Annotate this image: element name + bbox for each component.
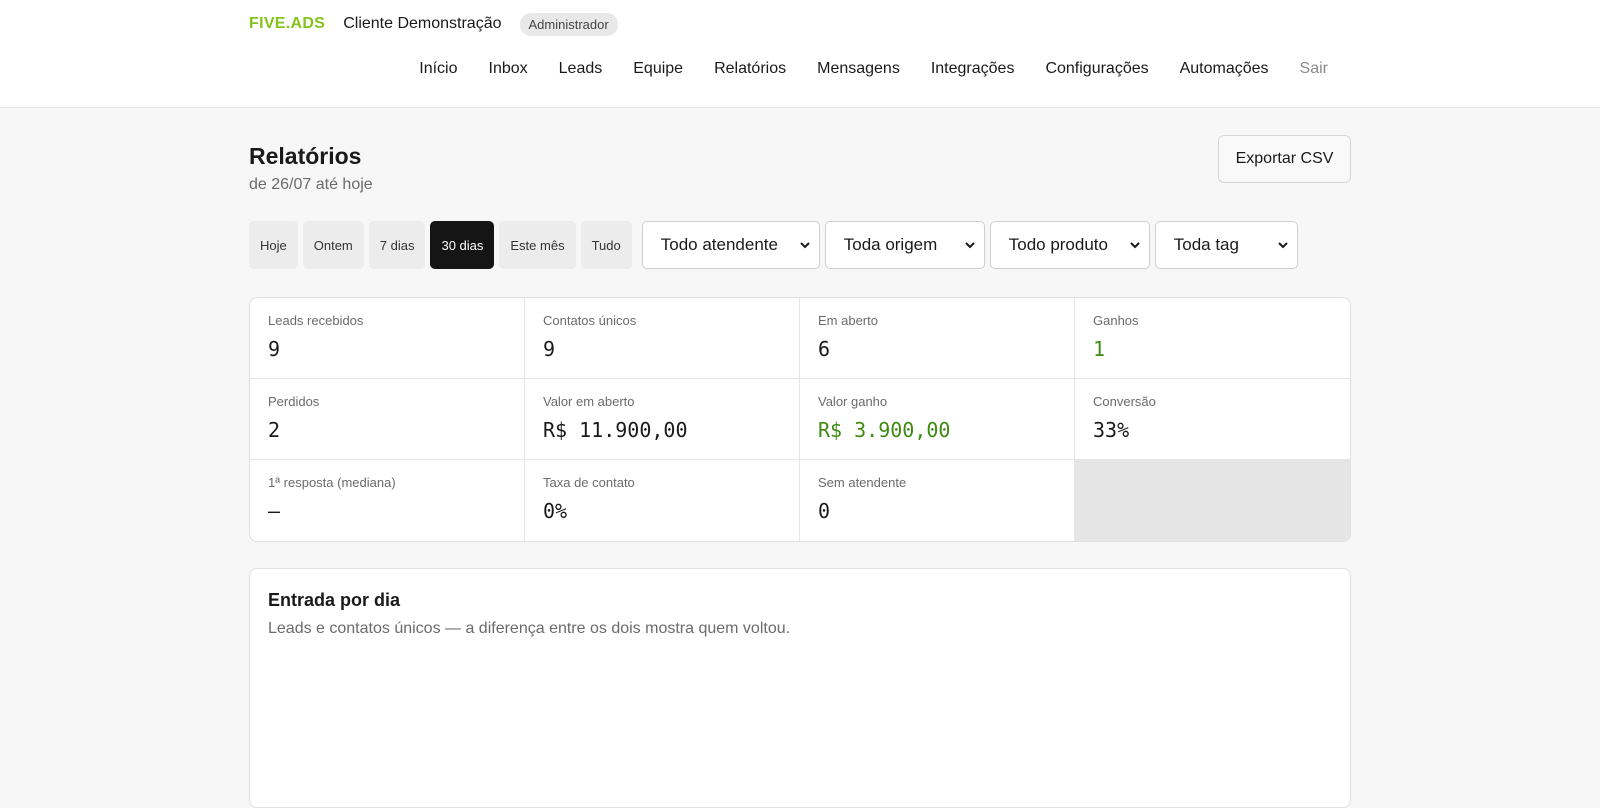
stat-value: 9	[543, 337, 556, 361]
origin-select-value: Toda origem	[843, 235, 938, 254]
stat-label: Taxa de contato	[543, 475, 635, 490]
logo[interactable]: FIVE.ADS	[249, 15, 325, 33]
period-chip-7-dias[interactable]: 7 dias	[368, 221, 426, 269]
stats-grid: Leads recebidos 9 Contatos únicos 9 Em a…	[249, 297, 1351, 542]
stat-empty-cell	[1075, 460, 1350, 541]
logout-link[interactable]: Sair	[1300, 60, 1328, 78]
product-select-value: Todo produto	[1008, 235, 1108, 254]
page-header: Relatórios de 26/07 até hoje Exportar CS…	[249, 108, 1351, 216]
chevron-down-icon	[965, 242, 975, 249]
stat-em-aberto: Em aberto 6	[800, 298, 1075, 379]
stat-label: Perdidos	[268, 394, 320, 409]
stat-value: 0	[818, 499, 831, 523]
period-chip-tudo[interactable]: Tudo	[580, 221, 632, 269]
main-nav: Início Inbox Leads Equipe Relatórios Men…	[388, 60, 1328, 78]
origin-select[interactable]: Toda origem	[824, 221, 985, 269]
period-chip-este-mes[interactable]: Este mês	[499, 221, 576, 269]
period-chip-30-dias[interactable]: 30 dias	[430, 221, 495, 269]
nav-item-inbox[interactable]: Inbox	[489, 60, 528, 78]
attendant-select-value: Todo atendente	[660, 235, 778, 254]
chart-card-description: Leads e contatos únicos — a diferença en…	[268, 620, 791, 637]
stat-value: 1	[1093, 337, 1106, 361]
stat-value: 6	[818, 337, 831, 361]
stat-label: Contatos únicos	[543, 313, 637, 328]
chevron-down-icon	[1278, 242, 1288, 249]
stat-conversao: Conversão 33%	[1075, 379, 1350, 460]
chart-card-title: Entrada por dia	[268, 590, 401, 610]
stat-label: Valor ganho	[818, 394, 888, 409]
nav-item-mensagens[interactable]: Mensagens	[817, 60, 900, 78]
nav-item-integracoes[interactable]: Integrações	[931, 60, 1015, 78]
stat-perdidos: Perdidos 2	[250, 379, 525, 460]
stat-label: 1ª resposta (mediana)	[268, 475, 396, 490]
nav-item-automacoes[interactable]: Automações	[1180, 60, 1269, 78]
stat-valor-em-aberto: Valor em aberto R$ 11.900,00	[525, 379, 800, 460]
nav-item-inicio[interactable]: Início	[419, 60, 457, 78]
stat-label: Em aberto	[818, 313, 878, 328]
nav-item-relatorios[interactable]: Relatórios	[714, 60, 786, 78]
page-subtitle: de 26/07 até hoje	[249, 176, 373, 193]
chevron-down-icon	[800, 242, 810, 249]
product-select[interactable]: Todo produto	[989, 221, 1150, 269]
stat-primeira-resposta: 1ª resposta (mediana) —	[250, 460, 525, 541]
stat-leads-recebidos: Leads recebidos 9	[250, 298, 525, 379]
role-badge: Administrador	[519, 12, 618, 36]
client-name: Cliente Demonstração	[343, 15, 502, 32]
chevron-down-icon	[1130, 242, 1140, 249]
stat-label: Valor em aberto	[543, 394, 635, 409]
stat-label: Conversão	[1093, 394, 1156, 409]
stat-sem-atendente: Sem atendente 0	[800, 460, 1075, 541]
stat-value: —	[268, 499, 281, 523]
stat-value: 0%	[543, 499, 568, 523]
daily-entries-card: Entrada por dia Leads e contatos únicos …	[249, 568, 1351, 808]
stat-label: Ganhos	[1093, 313, 1139, 328]
stat-value: R$ 3.900,00	[818, 418, 951, 442]
period-chip-hoje[interactable]: Hoje	[249, 221, 298, 269]
stat-value: 9	[268, 337, 281, 361]
filters-bar: Hoje Ontem 7 dias 30 dias Este mês Tudo …	[249, 221, 1298, 269]
export-csv-button[interactable]: Exportar CSV	[1218, 135, 1351, 183]
stat-taxa-de-contato: Taxa de contato 0%	[525, 460, 800, 541]
stat-label: Sem atendente	[818, 475, 907, 490]
stat-contatos-unicos: Contatos únicos 9	[525, 298, 800, 379]
stat-valor-ganho: Valor ganho R$ 3.900,00	[800, 379, 1075, 460]
nav-item-configuracoes[interactable]: Configurações	[1045, 60, 1148, 78]
top-bar: FIVE.ADS Cliente Demonstração Administra…	[0, 0, 1600, 108]
stat-ganhos: Ganhos 1	[1075, 298, 1350, 379]
main-content: Relatórios de 26/07 até hoje Exportar CS…	[249, 108, 1351, 808]
brand-row: FIVE.ADS Cliente Demonstração Administra…	[249, 12, 618, 36]
attendant-select[interactable]: Todo atendente	[641, 221, 820, 269]
tag-select-value: Toda tag	[1173, 235, 1239, 254]
stat-value: 33%	[1093, 418, 1130, 442]
stat-label: Leads recebidos	[268, 313, 364, 328]
stat-value: R$ 11.900,00	[543, 418, 688, 442]
tag-select[interactable]: Toda tag	[1154, 221, 1298, 269]
stat-value: 2	[268, 418, 281, 442]
nav-item-equipe[interactable]: Equipe	[633, 60, 683, 78]
page-title: Relatórios	[249, 143, 362, 169]
nav-item-leads[interactable]: Leads	[559, 60, 603, 78]
period-chip-ontem[interactable]: Ontem	[302, 221, 364, 269]
